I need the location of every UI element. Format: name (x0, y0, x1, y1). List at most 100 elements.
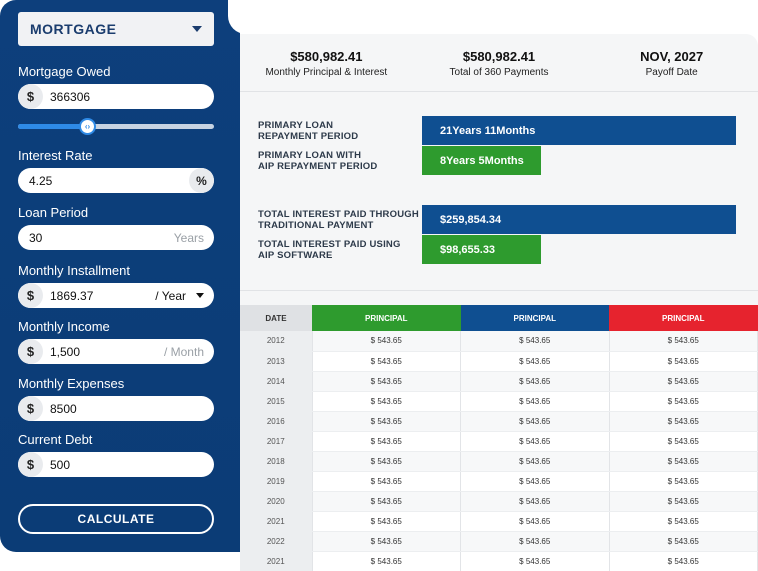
summary-value: $580,982.41 (290, 49, 363, 64)
monthly-income-field[interactable]: $ 1,500 / Month (18, 339, 214, 364)
table-row: 2016 $ 543.65 $ 543.65 $ 543.65 (240, 411, 758, 432)
calculate-button[interactable]: CALCULATE (18, 504, 214, 534)
comparison-bar: 8Years 5Months (422, 146, 541, 175)
principal-cell: $ 543.65 (609, 531, 758, 552)
table-row: 2020 $ 543.65 $ 543.65 $ 543.65 (240, 491, 758, 512)
summary-payoff: NOV, 2027 Payoff Date (585, 34, 758, 92)
loan-period-field[interactable]: 30 Years (18, 225, 214, 250)
principal-cell: $ 543.65 (460, 511, 610, 532)
date-cell: 2016 (240, 411, 313, 432)
principal-cell: $ 543.65 (609, 351, 758, 372)
principal-cell: $ 543.65 (312, 371, 461, 392)
monthly-expenses-field[interactable]: $ 8500 (18, 396, 214, 421)
date-cell: 2015 (240, 391, 313, 412)
principal-cell: $ 543.65 (609, 491, 758, 512)
column-header-date: DATE (240, 305, 312, 331)
chevron-down-icon (192, 26, 202, 32)
divider (240, 91, 758, 92)
comparison-bar: $259,854.34 (422, 205, 736, 234)
results-panel: $580,982.41 Monthly Principal & Interest… (240, 34, 758, 571)
principal-cell: $ 543.65 (312, 391, 461, 412)
monthly-income-input[interactable]: 1,500 (50, 345, 164, 359)
principal-cell: $ 543.65 (609, 431, 758, 452)
date-cell: 2021 (240, 551, 313, 571)
column-header-principal-red: PRINCIPAL (609, 305, 758, 331)
date-cell: 2013 (240, 351, 313, 372)
summary-strip: $580,982.41 Monthly Principal & Interest… (240, 34, 758, 92)
chevron-down-icon[interactable] (196, 293, 204, 298)
principal-cell: $ 543.65 (460, 431, 610, 452)
column-header-principal-blue: PRINCIPAL (460, 305, 609, 331)
loan-period-input[interactable]: 30 (29, 231, 174, 245)
table-row: 2019 $ 543.65 $ 543.65 $ 543.65 (240, 471, 758, 492)
mortgage-owed-label: Mortgage Owed (18, 64, 111, 79)
summary-total: $580,982.41 Total of 360 Payments (413, 34, 586, 92)
table-row: 2017 $ 543.65 $ 543.65 $ 543.65 (240, 431, 758, 452)
mortgage-owed-input[interactable]: 366306 (50, 90, 214, 104)
mortgage-owed-slider[interactable]: ‹› (18, 118, 214, 135)
monthly-installment-input[interactable]: 1869.37 (50, 289, 155, 303)
principal-cell: $ 543.65 (460, 451, 610, 472)
principal-cell: $ 543.65 (312, 331, 461, 352)
monthly-expenses-label: Monthly Expenses (18, 376, 125, 391)
date-cell: 2021 (240, 511, 313, 532)
principal-cell: $ 543.65 (609, 331, 758, 352)
principal-cell: $ 543.65 (312, 471, 461, 492)
installment-period-select[interactable]: / Year (155, 289, 186, 303)
dollar-icon: $ (18, 339, 43, 364)
principal-cell: $ 543.65 (460, 551, 610, 571)
principal-cell: $ 543.65 (312, 491, 461, 512)
current-debt-input[interactable]: 500 (50, 458, 214, 472)
principal-cell: $ 543.65 (460, 371, 610, 392)
slider-handle-icon[interactable]: ‹› (79, 118, 96, 135)
monthly-installment-label: Monthly Installment (18, 263, 130, 278)
date-cell: 2017 (240, 431, 313, 452)
interest-rate-field[interactable]: 4.25 % (18, 168, 214, 193)
comparison-label: TOTAL INTEREST PAID USING AIP SOFTWARE (258, 239, 401, 261)
interest-rate-label: Interest Rate (18, 148, 93, 163)
principal-cell: $ 543.65 (460, 491, 610, 512)
dollar-icon: $ (18, 283, 43, 308)
dollar-icon: $ (18, 452, 43, 477)
loan-type-select[interactable]: MORTGAGE (18, 12, 214, 46)
summary-caption: Total of 360 Payments (449, 67, 549, 78)
monthly-income-unit: / Month (163, 344, 204, 359)
loan-period-label: Loan Period (18, 205, 89, 220)
table-row: 2021 $ 543.65 $ 543.65 $ 543.65 (240, 551, 758, 571)
dollar-icon: $ (18, 396, 43, 421)
table-header-row: DATE PRINCIPAL PRINCIPAL PRINCIPAL (240, 305, 758, 331)
table-row: 2014 $ 543.65 $ 543.65 $ 543.65 (240, 371, 758, 392)
date-cell: 2022 (240, 531, 313, 552)
monthly-expenses-input[interactable]: 8500 (50, 402, 214, 416)
date-cell: 2014 (240, 371, 313, 392)
date-cell: 2018 (240, 451, 313, 472)
principal-cell: $ 543.65 (312, 411, 461, 432)
principal-cell: $ 543.65 (312, 451, 461, 472)
table-row: 2021 $ 543.65 $ 543.65 $ 543.65 (240, 511, 758, 532)
monthly-income-label: Monthly Income (18, 319, 110, 334)
table-body: 2012 $ 543.65 $ 543.65 $ 543.65 2013 $ 543.65… (240, 331, 758, 571)
column-header-principal-green: PRINCIPAL (312, 305, 461, 331)
principal-cell: $ 543.65 (609, 371, 758, 392)
mortgage-owed-field[interactable]: $ 366306 (18, 84, 214, 109)
table-row: 2018 $ 543.65 $ 543.65 $ 543.65 (240, 451, 758, 472)
current-debt-field[interactable]: $ 500 (18, 452, 214, 477)
interest-rate-input[interactable]: 4.25 (29, 174, 189, 188)
monthly-installment-field[interactable]: $ 1869.37 / Year (18, 283, 214, 308)
principal-cell: $ 543.65 (460, 531, 610, 552)
principal-cell: $ 543.65 (460, 391, 610, 412)
principal-cell: $ 543.65 (609, 511, 758, 532)
divider (240, 290, 758, 291)
table-row: 2022 $ 543.65 $ 543.65 $ 543.65 (240, 531, 758, 552)
principal-cell: $ 543.65 (312, 431, 461, 452)
principal-cell: $ 543.65 (312, 551, 461, 571)
principal-cell: $ 543.65 (609, 471, 758, 492)
summary-value: NOV, 2027 (640, 49, 704, 64)
principal-cell: $ 543.65 (460, 351, 610, 372)
table-row: 2015 $ 543.65 $ 543.65 $ 543.65 (240, 391, 758, 412)
comparison-label: PRIMARY LOAN WITH AIP REPAYMENT PERIOD (258, 150, 378, 172)
comparison-label: PRIMARY LOAN REPAYMENT PERIOD (258, 120, 359, 142)
comparison-bar: $98,655.33 (422, 235, 541, 264)
principal-cell: $ 543.65 (609, 411, 758, 432)
principal-cell: $ 543.65 (609, 451, 758, 472)
